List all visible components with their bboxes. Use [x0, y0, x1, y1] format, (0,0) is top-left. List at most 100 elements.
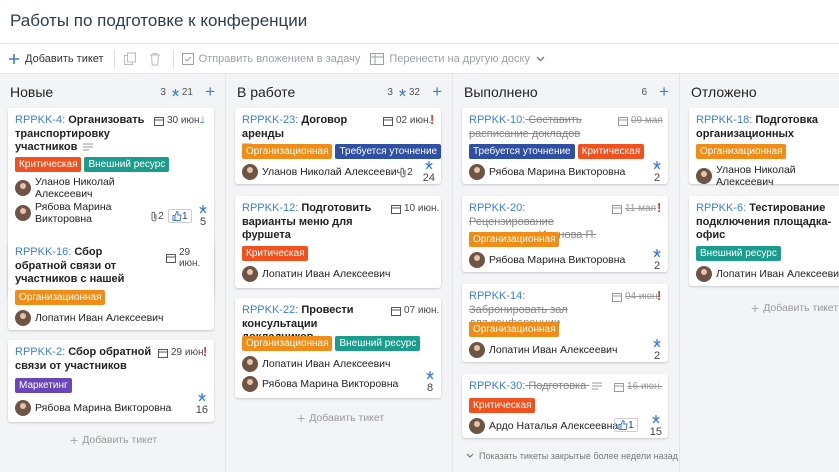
tag-org[interactable]: Организационная: [15, 290, 106, 305]
avatar: [242, 164, 258, 180]
ticket-title[interactable]: RPPKK-6: Тестирование подключения площад…: [696, 202, 836, 243]
calendar-icon: [612, 292, 622, 302]
ticket-card[interactable]: RPPKK-12: Подготовить варианты меню для …: [235, 196, 441, 288]
add-ticket-button[interactable]: Добавить тикет: [8, 53, 104, 65]
toolbar-divider: [172, 49, 174, 68]
points-value: 24: [422, 172, 435, 184]
due-date-text: 02 июн.: [396, 115, 432, 126]
tag-external[interactable]: Внешний ресурс: [84, 157, 170, 172]
ticket-key: RPPKK-18:: [696, 114, 753, 126]
ticket-card[interactable]: RPPKK-14: Забронировать зал для конферен…: [462, 284, 668, 362]
page-title: Работы по подготовке к конференции: [10, 11, 308, 30]
ticket-count: 3: [160, 87, 166, 98]
story-points-icon: [198, 393, 206, 402]
story-points: 2: [652, 248, 662, 272]
ticket-key: RPPKK-20:: [469, 202, 526, 214]
like-button[interactable]: 1: [167, 209, 192, 223]
delete-button[interactable]: [149, 52, 161, 66]
assignee[interactable]: Рябова Марина Викторовна: [469, 164, 625, 180]
assignee-name: Рябова Марина Викторовна: [35, 201, 112, 225]
show-closed-link[interactable]: Показать тикеты закрытые более недели на…: [466, 451, 678, 461]
tag-critical[interactable]: Критическая: [242, 246, 309, 261]
tag-org[interactable]: Организационная: [242, 336, 333, 351]
calendar-icon: [391, 204, 401, 214]
tag-list: Маркетинг: [15, 378, 72, 393]
ticket-card[interactable]: RPPKK-20: Рецензирование выступления Ива…: [462, 196, 668, 272]
avatar: [242, 266, 258, 282]
paperclip-icon: [151, 211, 157, 221]
tag-external[interactable]: Внешний ресурс: [335, 336, 421, 351]
tag-org[interactable]: Организационная: [696, 144, 787, 159]
assignee-name: Рябова Марина Викторовна: [489, 166, 626, 178]
tag-clarify[interactable]: Требуется уточнение: [335, 144, 442, 159]
add-ticket-link[interactable]: + Добавить тикет: [297, 410, 384, 426]
tag-list: Организационная Внешний ресурс: [242, 336, 421, 351]
tag-external[interactable]: Внешний ресурс: [696, 246, 781, 261]
due-date: 16 июн.: [614, 381, 662, 392]
add-ticket-column-button[interactable]: +: [659, 83, 669, 101]
add-ticket-link[interactable]: + Добавить тикет: [751, 300, 838, 316]
column-header: В работе 3 32 +: [237, 83, 442, 103]
calendar-icon: [158, 348, 168, 358]
tag-clarify[interactable]: Требуется уточнение: [469, 144, 575, 159]
tag-marketing[interactable]: Маркетинг: [15, 378, 72, 393]
ticket-card[interactable]: RPPKK-6: Тестирование подключения площад…: [689, 196, 839, 286]
story-points-icon: [653, 161, 661, 170]
ticket-title[interactable]: RPPKK-12: Подготовить варианты меню для …: [242, 202, 382, 243]
tag-critical[interactable]: Критическая: [469, 398, 536, 413]
ticket-card[interactable]: RPPKK-10: Составить расписание докладов …: [462, 108, 668, 184]
add-ticket-column-button[interactable]: +: [205, 83, 215, 101]
like-count: 1: [628, 419, 634, 431]
add-ticket-link[interactable]: + Добавить тикет: [70, 432, 157, 448]
send-attachment-button[interactable]: Отправить вложением в задачу: [181, 52, 360, 65]
due-date: 04 июн.: [612, 291, 660, 302]
tag-org[interactable]: Организационная: [469, 232, 560, 247]
toolbar-divider: [113, 49, 115, 68]
description-icon: [592, 382, 603, 390]
ticket-title[interactable]: RPPKK-2: Сбор обратной связи от участник…: [15, 346, 155, 373]
tag-org[interactable]: Организационная: [242, 144, 333, 159]
checkbox-icon: [181, 52, 194, 65]
tag-critical[interactable]: Критическая: [15, 157, 82, 172]
points-value: 2: [653, 350, 661, 362]
assignee[interactable]: Лопатин Иван Алексеевич: [242, 266, 391, 282]
assignee[interactable]: Рябова Марина Викторовна: [242, 376, 398, 392]
calendar-icon: [154, 116, 164, 126]
priority-high-icon: !: [657, 288, 662, 303]
assignee-name: Уланов Николай Алексеевич: [716, 164, 796, 188]
ticket-key: RPPKK-10:: [469, 114, 526, 126]
assignee[interactable]: Ардо Наталья Алексеевна: [469, 418, 618, 434]
ticket-title[interactable]: RPPKK-30: Подготовка: [469, 380, 609, 394]
ticket-card[interactable]: RPPKK-23: Договор аренды 02 июн. ! Орган…: [235, 108, 442, 184]
board-icon: [370, 52, 385, 65]
ticket-card[interactable]: RPPKK-16: Сбор обратной связи от участни…: [8, 240, 214, 330]
assignee[interactable]: Уланов Николай Алексеевич: [15, 176, 115, 200]
like-button[interactable]: 1: [614, 418, 638, 432]
assignee[interactable]: Лопатин Иван Алексеевич: [696, 266, 839, 282]
move-board-button[interactable]: Перенести на другую доску: [370, 52, 550, 65]
add-ticket-column-button[interactable]: +: [432, 83, 442, 101]
story-points-icon: [172, 89, 179, 97]
assignee[interactable]: Лопатин Иван Алексеевич: [469, 342, 618, 358]
plus-icon: +: [297, 410, 306, 426]
ticket-card[interactable]: RPPKK-22: Провести консультации докладчи…: [235, 298, 441, 398]
ticket-key: RPPKK-2:: [15, 346, 66, 358]
ticket-card[interactable]: RPPKK-18: Подготовка организационных док…: [689, 108, 839, 188]
copy-button[interactable]: [123, 52, 137, 66]
assignee[interactable]: Уланов Николай Алексеевич: [696, 164, 839, 188]
assignee[interactable]: Лопатин Иван Алексеевич: [15, 310, 164, 326]
calendar-icon: [383, 116, 393, 126]
assignee[interactable]: Лопатин Иван Алексеевич: [242, 356, 391, 372]
ticket-title[interactable]: RPPKK-10: Составить расписание докладов: [469, 114, 589, 141]
tag-critical[interactable]: Критическая: [577, 144, 645, 159]
assignee[interactable]: Уланов Николай Алексеевич: [242, 164, 402, 180]
ticket-card[interactable]: RPPKK-30: Подготовка 16 июн. Критическая…: [462, 374, 668, 438]
tag-org[interactable]: Организационная: [469, 322, 560, 337]
assignee[interactable]: Рябова Марина Викторовна: [15, 201, 115, 225]
ticket-title[interactable]: RPPKK-4: Организовать транспортировку уч…: [15, 114, 145, 155]
assignee[interactable]: Рябова Марина Викторовна: [469, 252, 625, 268]
assignee[interactable]: Рябова Марина Викторовна: [15, 400, 171, 416]
ticket-key: RPPKK-16:: [15, 246, 72, 258]
ticket-card[interactable]: RPPKK-2: Сбор обратной связи от участник…: [8, 340, 214, 422]
column-header: Отложено: [691, 83, 829, 103]
